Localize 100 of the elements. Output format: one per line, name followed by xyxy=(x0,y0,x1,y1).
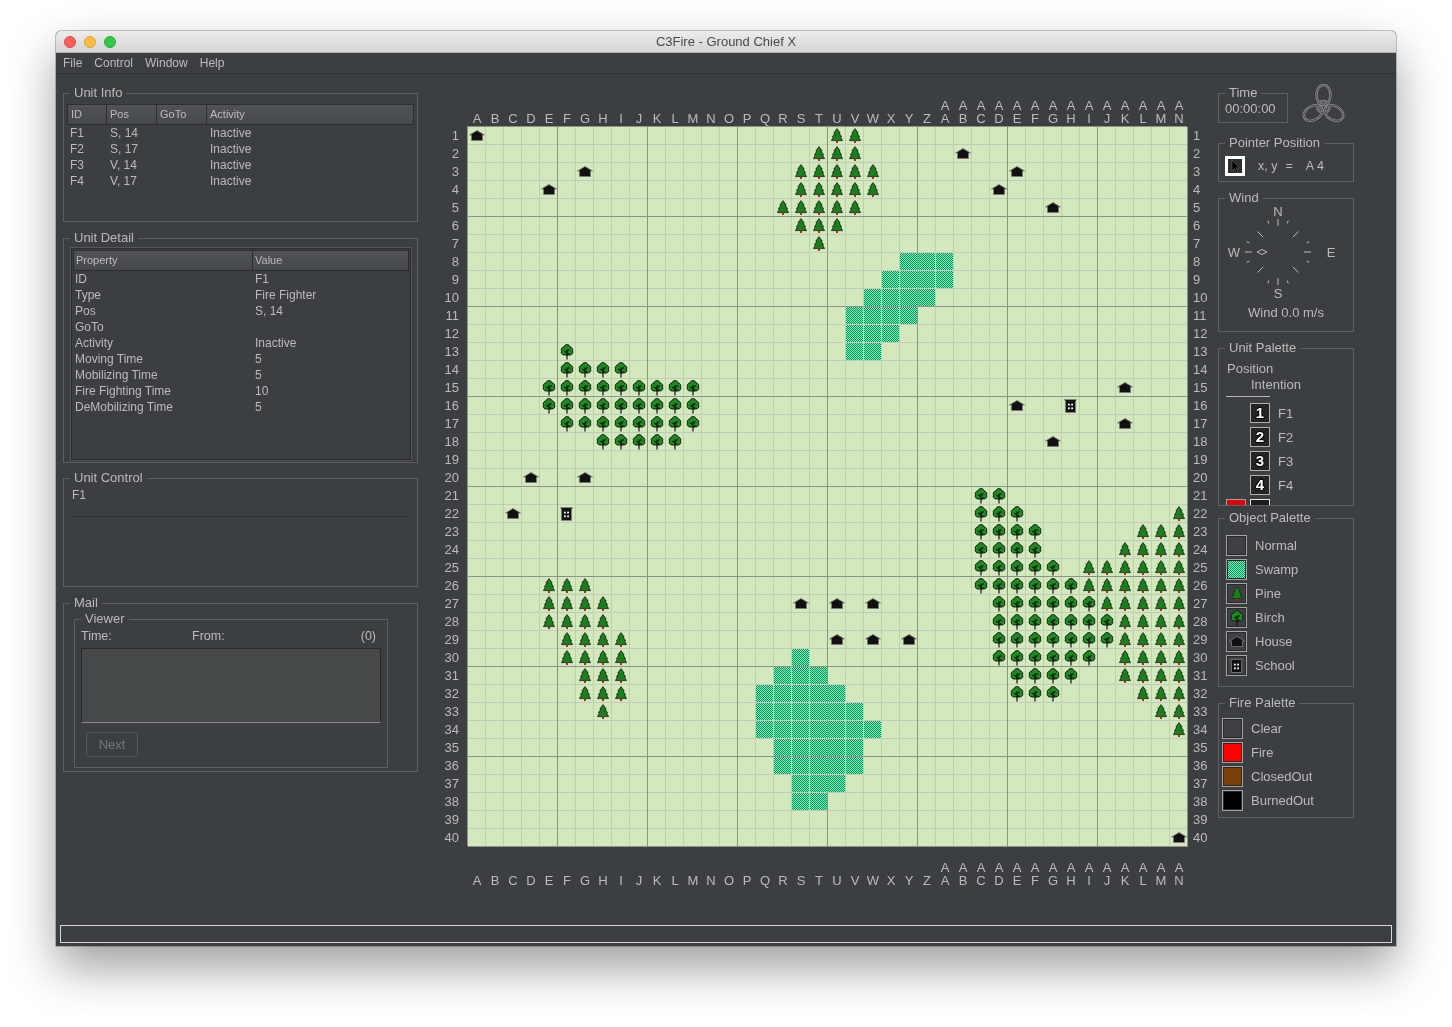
column-label: H xyxy=(598,874,608,887)
column-label: A xyxy=(472,112,482,125)
column-label: F xyxy=(563,874,571,887)
birch-tree-icon xyxy=(1081,595,1096,612)
row-label: 6 xyxy=(451,217,459,235)
pine-tree-icon[interactable] xyxy=(1226,583,1247,604)
color-swatch-icon[interactable] xyxy=(1222,766,1243,787)
close-window-icon[interactable] xyxy=(64,35,76,48)
unit-number-marker[interactable]: 3 xyxy=(1250,451,1270,471)
pine-tree-icon xyxy=(1172,632,1185,647)
swamp-tile xyxy=(864,343,881,360)
pine-tree-icon xyxy=(1172,560,1185,575)
object-type-label: Normal xyxy=(1255,538,1297,553)
birch-tree-icon xyxy=(991,541,1006,558)
column-label: L xyxy=(671,874,679,887)
row-label: 31 xyxy=(1193,667,1208,685)
pine-tree-icon xyxy=(1136,614,1149,629)
table-cell: Pos xyxy=(75,304,96,318)
column-label: Z xyxy=(923,874,931,887)
column-label: D xyxy=(526,874,536,887)
column-label: AC xyxy=(976,861,986,887)
row-label: 9 xyxy=(451,271,459,289)
unit-number-marker[interactable]: 2 xyxy=(1250,427,1270,447)
unit-number-marker[interactable]: 1 xyxy=(1250,403,1270,423)
column-label: V xyxy=(850,112,860,125)
color-swatch-icon[interactable] xyxy=(1222,742,1243,763)
row-label: 40 xyxy=(1193,829,1208,847)
column-label: N xyxy=(706,874,716,887)
swamp-tile xyxy=(810,721,827,738)
birch-tree-icon xyxy=(1045,577,1060,594)
message-field[interactable] xyxy=(81,648,381,723)
pine-tree-icon xyxy=(560,614,573,629)
column-label: AH xyxy=(1066,99,1076,125)
empty-tile-icon[interactable] xyxy=(1226,535,1247,556)
column-header: Activity xyxy=(207,104,414,125)
row-label: 37 xyxy=(444,775,459,793)
pine-tree-icon xyxy=(1172,722,1185,737)
swamp-tile xyxy=(846,721,863,738)
swamp-tile xyxy=(882,289,899,306)
row-label: 38 xyxy=(444,793,459,811)
color-swatch-icon[interactable] xyxy=(1222,718,1243,739)
swamp-tile xyxy=(828,757,845,774)
column-label: W xyxy=(866,874,880,887)
column-label: C xyxy=(508,874,518,887)
swamp-tile-icon[interactable] xyxy=(1226,559,1247,580)
menu-item[interactable]: Control xyxy=(94,56,134,70)
birch-tree-icon xyxy=(1009,541,1024,558)
house-icon xyxy=(1116,418,1133,429)
row-label: 28 xyxy=(444,613,459,631)
menu-item[interactable]: Window xyxy=(145,56,188,70)
pine-tree-icon xyxy=(1136,686,1149,701)
table-cell: Fire Fighting Time xyxy=(75,384,172,398)
birch-tree-icon xyxy=(973,559,988,576)
row-label: 32 xyxy=(444,685,459,703)
birch-tree-icon xyxy=(1027,559,1042,576)
column-label: M xyxy=(687,112,699,125)
column-label: K xyxy=(652,112,662,125)
house-icon[interactable] xyxy=(1226,631,1247,652)
birch-tree-icon xyxy=(667,415,682,432)
table-cell: Moving Time xyxy=(75,352,144,366)
birch-tree-icon xyxy=(577,397,592,414)
row-label: 21 xyxy=(1193,487,1208,505)
fire-state-label: BurnedOut xyxy=(1251,793,1314,808)
school-icon[interactable] xyxy=(1226,655,1247,676)
column-label: A xyxy=(472,874,482,887)
birch-tree-icon xyxy=(613,361,628,378)
row-label: 20 xyxy=(444,469,459,487)
row-label: 19 xyxy=(1193,451,1208,469)
house-icon xyxy=(576,472,593,483)
birch-tree-icon xyxy=(1099,613,1114,630)
compass-label: W xyxy=(1227,245,1241,259)
birch-tree-icon[interactable] xyxy=(1226,607,1247,628)
menu-item[interactable]: File xyxy=(63,56,83,70)
map-grid[interactable] xyxy=(468,127,1188,847)
row-label: 25 xyxy=(444,559,459,577)
pine-tree-icon xyxy=(830,200,843,215)
wind-compass-drawing xyxy=(1243,217,1313,287)
birch-tree-icon xyxy=(1063,595,1078,612)
house-icon xyxy=(1170,832,1187,843)
swamp-tile xyxy=(774,667,791,684)
birch-tree-icon xyxy=(1045,685,1060,702)
swamp-tile xyxy=(828,775,845,792)
pine-tree-icon xyxy=(578,668,591,683)
pine-tree-icon xyxy=(596,632,609,647)
pine-tree-icon xyxy=(848,182,861,197)
row-label: 2 xyxy=(451,145,459,163)
row-label: 40 xyxy=(444,829,459,847)
swamp-tile xyxy=(882,271,899,288)
row-label: 33 xyxy=(444,703,459,721)
panel-title: Time xyxy=(1228,86,1259,100)
color-swatch-icon[interactable] xyxy=(1222,790,1243,811)
birch-tree-icon xyxy=(973,487,988,504)
swamp-tile xyxy=(774,703,791,720)
pine-tree-icon xyxy=(596,686,609,701)
row-label: 36 xyxy=(444,757,459,775)
status-field[interactable] xyxy=(60,925,1392,943)
row-label: 30 xyxy=(1193,649,1208,667)
row-label: 38 xyxy=(1193,793,1208,811)
unit-number-marker[interactable]: 4 xyxy=(1250,475,1270,495)
menu-item[interactable]: Help xyxy=(199,56,225,70)
